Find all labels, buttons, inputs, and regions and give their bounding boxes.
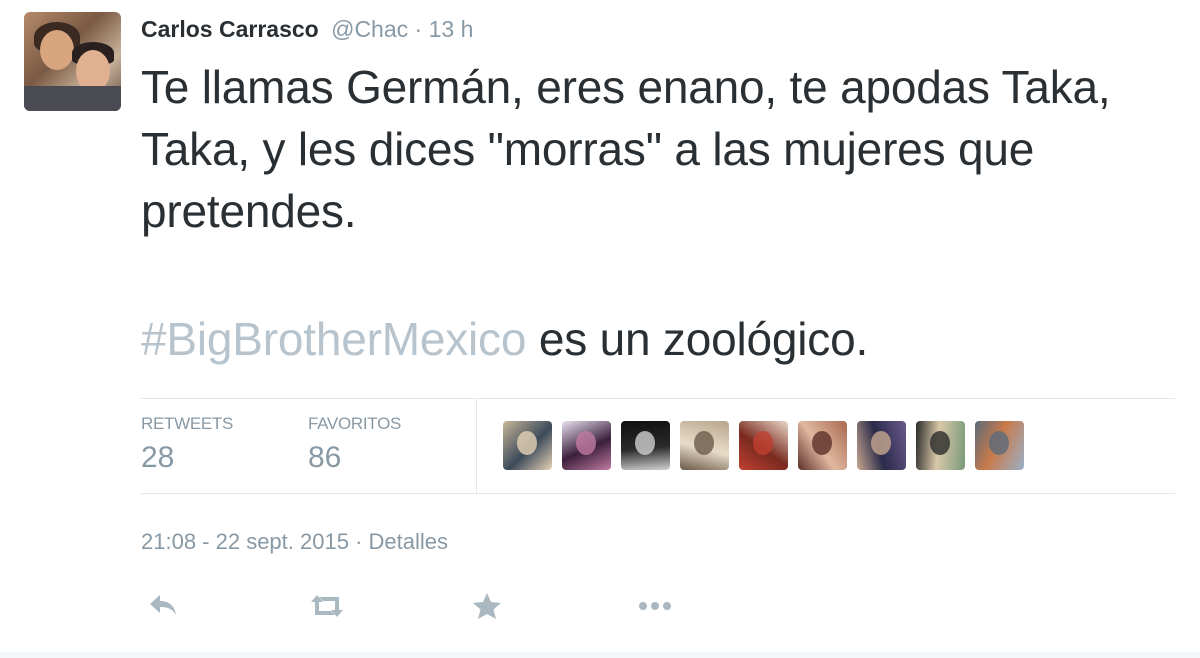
tweet-header: Carlos Carrasco @Chac · 13 h <box>141 14 473 44</box>
favorite-button[interactable] <box>465 586 509 626</box>
more-button[interactable] <box>633 586 677 626</box>
favoriter-avatar-face <box>989 431 1009 455</box>
stats-bottom-divider <box>141 493 1175 494</box>
meta-separator: · <box>355 529 363 554</box>
tweet-meta: 21:08 - 22 sept. 2015 · Detalles <box>141 528 448 556</box>
favoriter-avatar-face <box>871 431 891 455</box>
favoriter-avatar[interactable] <box>680 421 729 470</box>
reply-button[interactable] <box>141 586 185 626</box>
favorites-label: FAVORITOS <box>308 414 402 433</box>
favoriter-avatar[interactable] <box>975 421 1024 470</box>
header-separator: · <box>414 16 423 42</box>
favoriter-avatar[interactable] <box>503 421 552 470</box>
tweet-card: Carlos Carrasco @Chac · 13 h Te llamas G… <box>0 0 1200 658</box>
retweet-icon <box>311 595 343 617</box>
avatar-shirt <box>24 86 121 111</box>
favoriter-avatar[interactable] <box>562 421 611 470</box>
stats-vertical-divider <box>476 399 477 493</box>
retweets-count: 28 <box>141 441 175 474</box>
bottom-border <box>0 652 1200 658</box>
reply-icon <box>150 595 176 615</box>
favoriter-avatar-face <box>930 431 950 455</box>
favoriter-avatar-face <box>635 431 655 455</box>
tweet-text-tail: es un zoológico. <box>526 313 869 365</box>
favoriter-avatar-face <box>694 431 714 455</box>
author-name[interactable]: Carlos Carrasco <box>141 16 319 42</box>
favoriters-avatars <box>503 421 1024 470</box>
favoriter-avatar-face <box>753 431 773 455</box>
favoriter-avatar[interactable] <box>857 421 906 470</box>
stats-top-divider <box>141 398 1175 399</box>
favoriter-avatar-face <box>576 431 596 455</box>
favorites-stat[interactable]: FAVORITOS 86 <box>308 414 401 476</box>
retweets-stat[interactable]: RETWEETS 28 <box>141 414 233 476</box>
tweet-text-paragraph-2: #BigBrotherMexico es un zoológico. <box>141 308 1151 370</box>
star-icon <box>473 593 501 619</box>
favoriter-avatar-face <box>812 431 832 455</box>
favoriter-avatar[interactable] <box>739 421 788 470</box>
favoriter-avatar[interactable] <box>916 421 965 470</box>
tweet-text: Te llamas Germán, eres enano, te apodas … <box>141 56 1151 370</box>
avatar-person-1-face <box>40 30 74 70</box>
tweet-text-paragraph-1: Te llamas Germán, eres enano, te apodas … <box>141 61 1111 237</box>
retweets-label: RETWEETS <box>141 414 234 433</box>
hashtag-link[interactable]: #BigBrotherMexico <box>141 313 526 365</box>
author-handle[interactable]: @Chac <box>331 16 408 42</box>
more-icon <box>639 602 671 610</box>
favoriter-avatar[interactable] <box>621 421 670 470</box>
tweet-timestamp[interactable]: 21:08 - 22 sept. 2015 <box>141 529 349 554</box>
details-link[interactable]: Detalles <box>369 529 448 554</box>
author-avatar[interactable] <box>24 12 121 111</box>
favoriter-avatar[interactable] <box>798 421 847 470</box>
favorites-count: 86 <box>308 441 342 474</box>
retweet-button[interactable] <box>305 586 349 626</box>
tweet-time[interactable]: 13 h <box>429 16 474 42</box>
favoriter-avatar-face <box>517 431 537 455</box>
